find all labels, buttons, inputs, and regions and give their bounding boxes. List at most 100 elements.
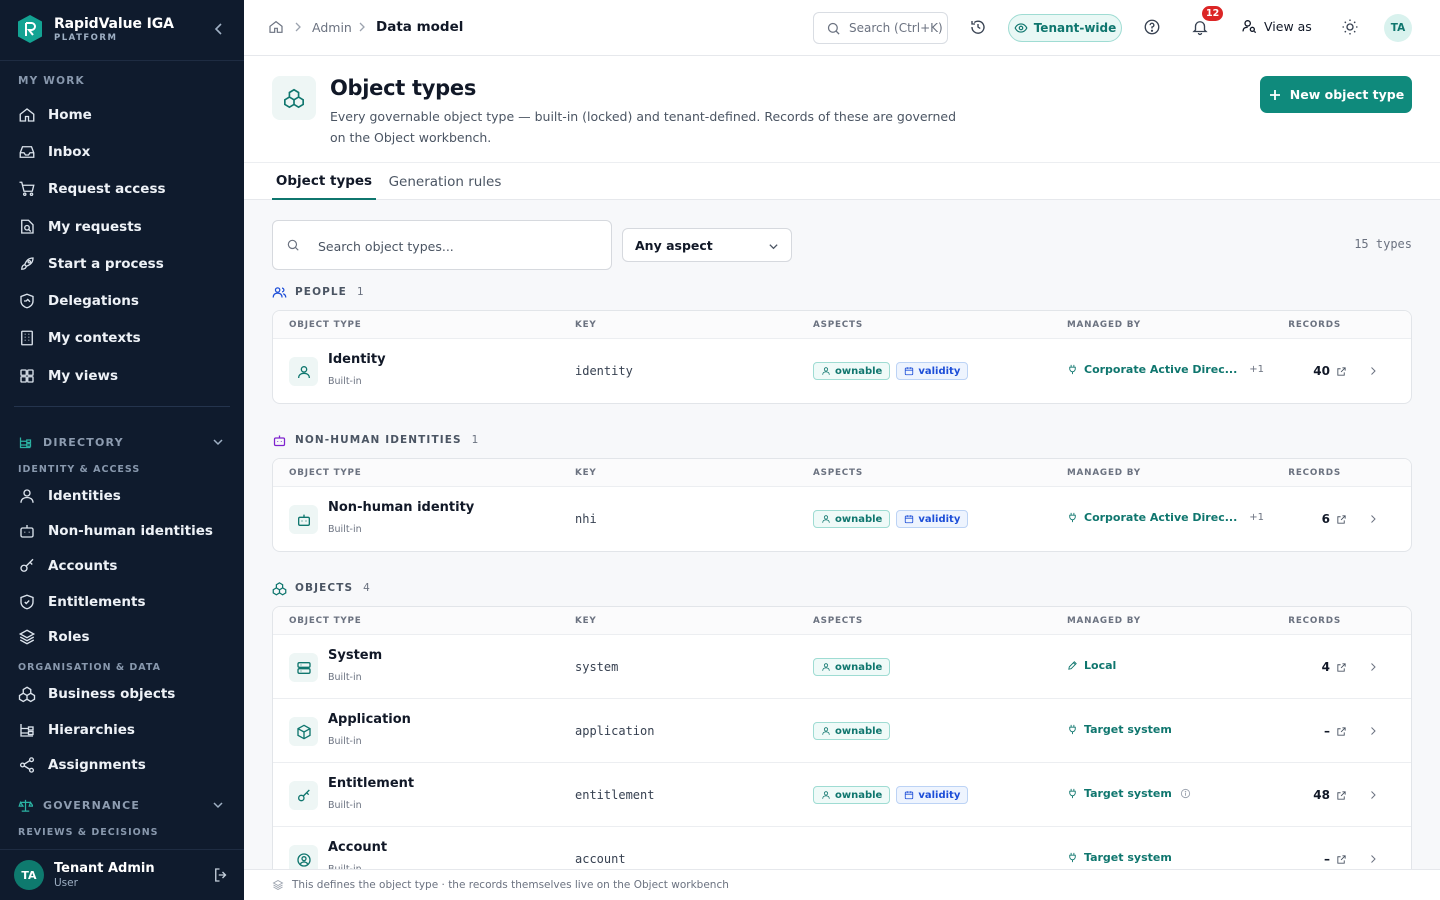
records-link[interactable]: – (1324, 852, 1347, 866)
group-governance[interactable]: GOVERNANCE (18, 796, 226, 814)
managed-by-label: Target system (1084, 851, 1172, 864)
managed-by-link[interactable]: Corporate Active Direc... +1 (1067, 363, 1264, 376)
object-type-table: OBJECT TYPE KEY ASPECTS MANAGED BY RECORDS S… (272, 606, 1412, 869)
managed-by-link[interactable]: Target system (1067, 723, 1172, 736)
column-header: MANAGED BY (1067, 616, 1141, 626)
table-header: OBJECT TYPE KEY ASPECTS MANAGED BY RECORDS (273, 311, 1411, 339)
records-count: – (1324, 852, 1330, 866)
nav-label: Home (48, 107, 92, 123)
eye-icon (1014, 23, 1028, 33)
page-header: Object types Every governable object typ… (244, 56, 1440, 163)
nav-inbox[interactable]: Inbox (16, 136, 228, 168)
plus-icon (1269, 89, 1280, 100)
grid-icon (20, 369, 34, 383)
key-icon (20, 558, 34, 572)
topbar-avatar[interactable]: TA (1384, 14, 1412, 42)
group-title: PEOPLE 1 (272, 284, 364, 300)
nav-home[interactable]: Home (16, 99, 228, 131)
managed-by-link[interactable]: Target system (1067, 787, 1191, 800)
aspect-label: validity (918, 513, 961, 525)
building-icon (21, 330, 33, 346)
object-type-search[interactable] (272, 220, 612, 270)
brand[interactable]: RapidValue IGA PLATFORM (16, 14, 174, 44)
nav-identities[interactable]: Identities (16, 480, 228, 512)
column-header: OBJECT TYPE (289, 616, 362, 626)
tenant-scope-pill[interactable]: Tenant-wide (1008, 14, 1122, 42)
nav-business-objects[interactable]: Business objects (16, 678, 228, 710)
share-icon (19, 757, 35, 773)
tab-generation-rules[interactable]: Generation rules (382, 163, 508, 200)
tab-object-types[interactable]: Object types (272, 163, 376, 200)
sun-icon[interactable] (1341, 18, 1359, 36)
page-description: Every governable object type — built-in … (330, 109, 957, 145)
breadcrumb-admin[interactable]: Admin (312, 20, 352, 35)
person-badge-icon (822, 791, 830, 799)
records-link[interactable]: 48 (1313, 788, 1347, 802)
new-object-type-button[interactable]: New object type (1260, 76, 1412, 113)
table-row[interactable]: Identity Built-in identity ownable validi… (273, 339, 1411, 403)
nav-my-requests[interactable]: My requests (16, 211, 228, 243)
records-link[interactable]: – (1324, 724, 1347, 738)
nav-my-contexts[interactable]: My contexts (16, 322, 228, 354)
nav-label: Entitlements (48, 594, 146, 610)
records-link[interactable]: 6 (1322, 512, 1347, 526)
table-row[interactable]: Application Built-in application ownable… (273, 699, 1411, 763)
managed-by-label: Corporate Active Direc... (1084, 511, 1238, 524)
object-type-origin: Built-in (328, 800, 362, 811)
nav-non-human-identities[interactable]: Non-human identities (16, 515, 228, 547)
nav-start-process[interactable]: Start a process (16, 248, 228, 280)
column-header: KEY (575, 468, 597, 478)
view-as-button[interactable]: View as (1241, 18, 1312, 34)
external-link-icon (1337, 854, 1346, 864)
person-badge-icon (822, 367, 830, 375)
nav-hierarchies[interactable]: Hierarchies (16, 714, 228, 746)
nav-assignments[interactable]: Assignments (16, 749, 228, 781)
nav-label: Request access (48, 181, 166, 197)
home-icon[interactable] (268, 19, 284, 35)
nav-request-access[interactable]: Request access (16, 173, 228, 205)
nav-my-views[interactable]: My views (16, 360, 228, 392)
bell-icon[interactable] (1191, 18, 1209, 36)
group-directory[interactable]: DIRECTORY (18, 433, 226, 451)
object-type-key: system (575, 660, 619, 674)
nav-accounts[interactable]: Accounts (16, 550, 228, 582)
object-type-origin: Built-in (328, 376, 362, 387)
scale-icon (18, 799, 33, 812)
external-link-icon (1337, 726, 1346, 736)
table-row[interactable]: Account Built-in account Target system – (273, 827, 1411, 869)
table-row[interactable]: System Built-in system ownable Local 4 (273, 635, 1411, 699)
managed-by-link[interactable]: Corporate Active Direc... +1 (1067, 511, 1264, 524)
help-icon[interactable] (1143, 18, 1161, 36)
page-title: Object types (330, 76, 477, 100)
nav-roles[interactable]: Roles (16, 621, 228, 653)
nav-delegations[interactable]: Delegations (16, 285, 228, 317)
aspect-filter-select[interactable]: Any aspect (622, 228, 792, 262)
key-icon (297, 789, 310, 801)
column-header: ASPECTS (813, 616, 863, 626)
column-header: RECORDS (1288, 616, 1341, 626)
global-search[interactable]: Search (Ctrl+K) (813, 12, 948, 44)
chevron-right-icon (1371, 727, 1376, 735)
user-avatar[interactable]: TA (14, 860, 44, 890)
history-icon[interactable] (969, 18, 987, 36)
aspects-list: ownable (813, 658, 891, 676)
row-type-icon (289, 505, 318, 534)
group-label: GOVERNANCE (43, 798, 141, 812)
group-title-label: PEOPLE (295, 286, 347, 298)
group-count: 1 (471, 434, 479, 446)
records-link[interactable]: 4 (1322, 660, 1347, 674)
sub-label-identity-access: IDENTITY & ACCESS (18, 464, 141, 475)
managed-by-link[interactable]: Target system (1067, 851, 1172, 864)
managed-by-link[interactable]: Local (1067, 659, 1116, 672)
table-row[interactable]: Entitlement Built-in entitlement ownable… (273, 763, 1411, 827)
logout-icon[interactable] (212, 866, 230, 884)
records-link[interactable]: 40 (1313, 364, 1347, 378)
table-row[interactable]: Non-human identity Built-in nhi ownable v… (273, 487, 1411, 551)
collapse-sidebar-icon[interactable] (211, 21, 227, 37)
pencil-icon (1068, 661, 1077, 670)
nav-entitlements[interactable]: Entitlements (16, 586, 228, 618)
column-header: KEY (575, 616, 597, 626)
row-type-icon (289, 357, 318, 386)
object-type-search-input[interactable] (318, 236, 598, 256)
object-type-name: Account (328, 840, 388, 855)
